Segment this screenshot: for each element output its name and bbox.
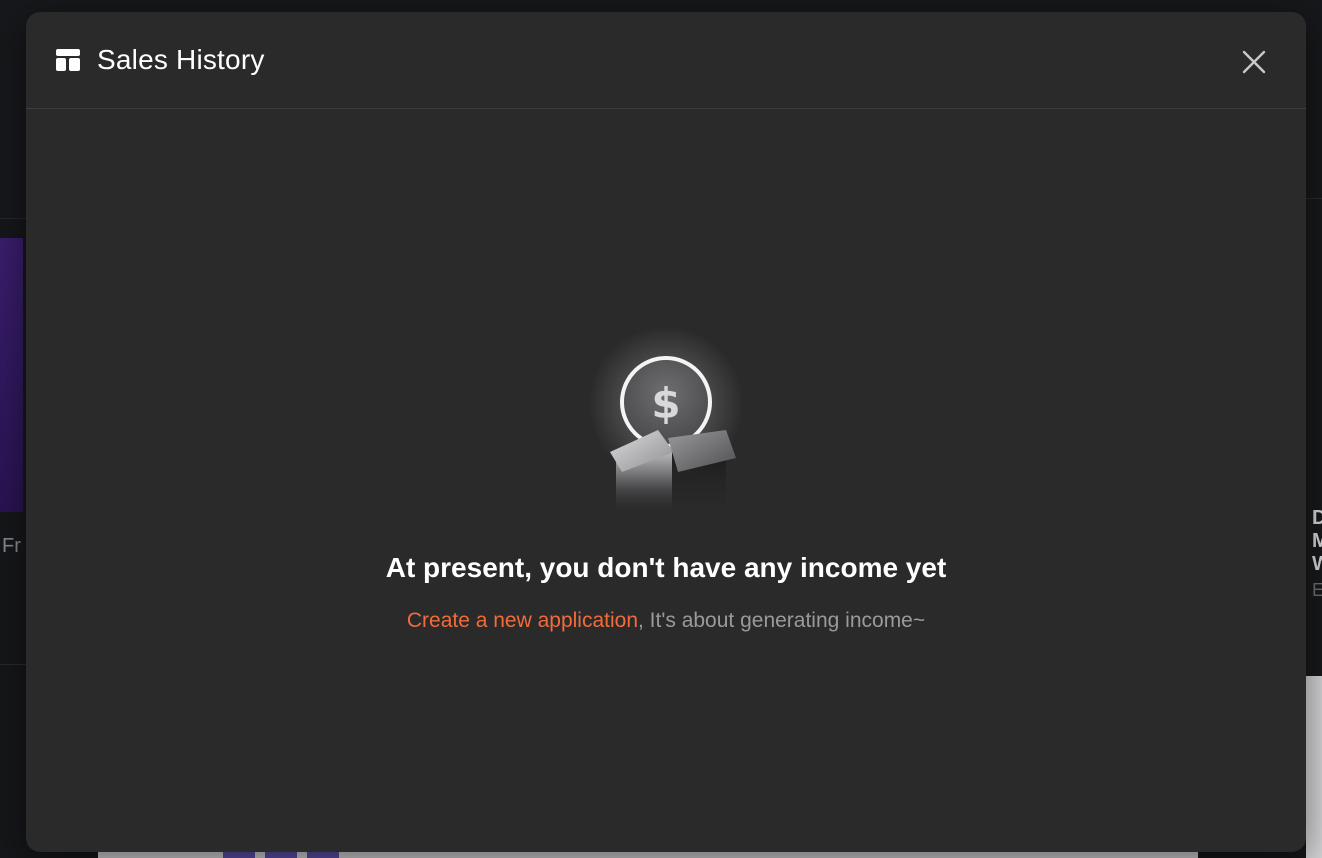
close-icon (1242, 50, 1266, 79)
background-right-title-line: W (1312, 553, 1322, 575)
coin-in-box-icon: $ (586, 312, 746, 512)
background-right-title-line: D (1312, 507, 1322, 529)
background-divider (0, 664, 26, 665)
empty-state-rest-text: , It's about generating income~ (638, 609, 926, 632)
layout-icon (56, 49, 80, 71)
sales-history-modal: Sales History $ At present, you don't ha… (26, 12, 1306, 852)
modal-title: Sales History (97, 44, 265, 75)
empty-state-subtext: Create a new application, It's about gen… (26, 609, 1306, 633)
background-right-card-image (1306, 676, 1322, 858)
close-button[interactable] (1236, 46, 1272, 82)
background-card-image (0, 238, 23, 512)
modal-header: Sales History (26, 12, 1306, 109)
background-right-card-title: D M W (1312, 507, 1322, 576)
background-right-card-sub: E (1312, 580, 1322, 600)
create-application-link[interactable]: Create a new application (407, 609, 638, 632)
background-right-panel (1306, 198, 1322, 675)
coin-symbol: $ (651, 379, 680, 428)
empty-state-heading: At present, you don't have any income ye… (385, 552, 947, 583)
background-card-text: Fr (2, 535, 21, 557)
background-right-title-line: M (1312, 530, 1322, 552)
